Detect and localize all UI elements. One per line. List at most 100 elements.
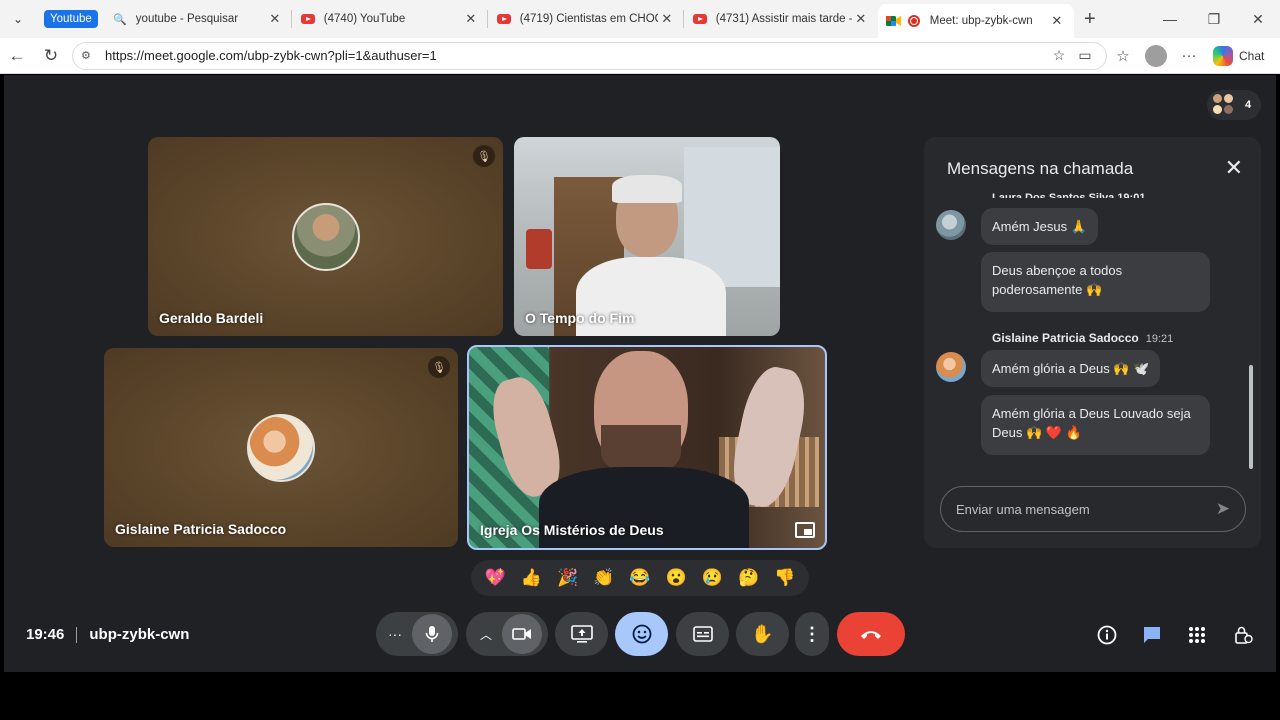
reaction-heart-button[interactable]: 💖 [480,568,510,588]
lock-person-icon [1235,626,1253,644]
picture-in-picture-icon[interactable] [795,522,815,538]
copilot-label: Chat [1239,48,1265,63]
camera-control-group: ︿ [466,612,548,656]
message-sender-clipped: Laura Dos Santos Silva 19:01 [992,192,1146,198]
captions-button[interactable] [676,612,729,656]
favorite-star-icon[interactable]: ☆ [1046,47,1072,64]
meeting-code: ubp-zybk-cwn [89,626,190,643]
hand-icon: ✋ [751,623,774,644]
reaction-clap-button[interactable]: 👏 [589,568,619,588]
sender-avatar [936,210,966,240]
reaction-surprised-button[interactable]: 😮 [661,568,691,588]
more-options-button[interactable]: ⋮ [795,612,829,656]
red-object-image [526,229,552,269]
site-info-icon[interactable]: ⚙ [81,49,97,62]
chat-message: Amém glória a Deus 🙌 🕊️ [981,350,1161,387]
tab-strip: ⌄ Youtube 🔍 youtube - Pesquisar ✕ (4740)… [0,0,1280,38]
tab-search[interactable]: 🔍 youtube - Pesquisar ✕ [104,0,292,38]
mic-control-group: ··· [376,612,458,656]
participant-tile[interactable]: 🎙 Geraldo Bardeli [148,137,503,336]
close-tab-icon[interactable]: ✕ [852,11,870,27]
close-icon[interactable]: ✕ [1225,155,1243,181]
participant-tile[interactable]: 🎙 Gislaine Patricia Sadocco [104,348,458,547]
mic-button[interactable] [412,614,452,654]
meeting-details-button[interactable] [1095,623,1119,647]
tab-youtube-watch-later[interactable]: (4731) Assistir mais tarde - Y ✕ [684,0,878,38]
tab-youtube-video[interactable]: (4719) Cientistas em CHOQU ✕ [488,0,684,38]
activities-button[interactable] [1185,623,1209,647]
tab-group-chip[interactable]: Youtube [44,10,98,28]
close-tab-icon[interactable]: ✕ [462,11,480,27]
emoji-icon [632,624,651,644]
meet-viewport: 4 🎙 Geraldo Bardeli O Tempo do Fim 🎙 Gis… [4,75,1276,672]
chat-scrollbar[interactable] [1249,365,1253,469]
address-bar[interactable]: ⚙ https://meet.google.com/ubp-zybk-cwn?p… [72,41,1107,70]
host-controls-button[interactable] [1231,623,1255,647]
close-tab-icon[interactable]: ✕ [266,11,284,27]
address-toolbar: ← ↻ ⚙ https://meet.google.com/ubp-zybk-c… [0,38,1280,74]
profile-avatar[interactable] [1145,44,1167,67]
youtube-icon [496,11,512,27]
tab-actions-menu[interactable]: ⌄ [0,0,36,38]
sender-name: Gislaine Patricia Sadocco [992,331,1139,345]
participant-name: Gislaine Patricia Sadocco [115,521,287,537]
apps-grid-icon [1189,627,1205,643]
back-arrow-icon[interactable]: ← [0,46,34,66]
tab-title: youtube - Pesquisar [135,13,239,25]
message-sender: Gislaine Patricia Sadocco 19:21 [992,331,1173,345]
present-screen-button[interactable] [555,612,608,656]
sender-avatar [936,352,966,382]
reactions-bar: 💖 👍 🎉 👏 😂 😮 😢 🤔 👎 [471,560,809,596]
tab-title: Meet: ubp-zybk-cwn [929,15,1033,27]
copilot-icon [1213,45,1233,66]
chat-button[interactable] [1140,623,1164,647]
camera-options-chevron-icon[interactable]: ︿ [480,626,492,643]
participant-name: Geraldo Bardeli [159,310,264,326]
send-icon[interactable]: ➤ [1216,499,1230,519]
participant-avatar [247,414,315,482]
bottom-bar-black [0,672,1280,720]
favorites-icon[interactable]: ☆ [1107,47,1139,65]
reaction-sad-button[interactable]: 😢 [697,568,727,588]
camera-button[interactable] [502,614,542,654]
restore-icon[interactable]: ❐ [1192,0,1236,38]
chat-message-input[interactable]: Enviar uma mensagem ➤ [940,486,1246,532]
copilot-button[interactable]: Chat [1213,45,1265,66]
mic-off-icon: 🎙 [428,356,450,378]
reactions-button[interactable] [615,612,668,656]
reaction-thinking-button[interactable]: 🤔 [734,568,764,588]
minimize-icon[interactable]: — [1148,0,1192,38]
leave-call-button[interactable] [837,612,905,656]
participants-avatars-icon [1213,94,1235,116]
reaction-laugh-button[interactable]: 😂 [625,568,655,588]
more-options-icon[interactable]: ··· [1173,47,1205,64]
captions-icon [692,626,713,642]
chat-message: Amém Jesus 🙏 [981,208,1098,245]
close-tab-icon[interactable]: ✕ [658,11,676,27]
participant-name: O Tempo do Fim [525,310,635,326]
new-tab-button[interactable]: + [1074,8,1106,31]
camera-in-use-icon[interactable]: ▭ [1072,47,1098,64]
reload-icon[interactable]: ↻ [34,46,68,66]
chat-message: Amém glória a Deus Louvado seja Deus 🙌 ❤… [981,395,1210,455]
tab-youtube-home[interactable]: (4740) YouTube ✕ [292,0,488,38]
participant-avatar [292,203,360,271]
end-call-icon [861,631,881,639]
tab-meet[interactable]: Meet: ubp-zybk-cwn ✕ [877,4,1074,38]
participant-tile-video-active[interactable]: Igreja Os Mistérios de Deus [467,345,827,550]
participant-tile-video[interactable]: O Tempo do Fim [514,137,780,336]
reaction-party-button[interactable]: 🎉 [553,568,583,588]
divider [76,626,78,643]
input-placeholder: Enviar uma mensagem [956,501,1090,517]
mic-options-icon[interactable]: ··· [388,626,402,642]
chat-icon [1144,627,1160,643]
reaction-thumbs-up-button[interactable]: 👍 [516,568,546,588]
participants-button[interactable]: 4 [1207,90,1261,120]
reaction-thumbs-down-button[interactable]: 👎 [770,568,800,588]
close-tab-icon[interactable]: ✕ [1048,13,1066,29]
raise-hand-button[interactable]: ✋ [736,612,789,656]
chat-message: Deus abençoe a todos poderosamente 🙌 [981,252,1210,312]
close-window-icon[interactable]: ✕ [1236,0,1280,38]
vertical-dots-icon: ⋮ [803,623,821,644]
window-controls: — ❐ ✕ [1148,0,1280,38]
